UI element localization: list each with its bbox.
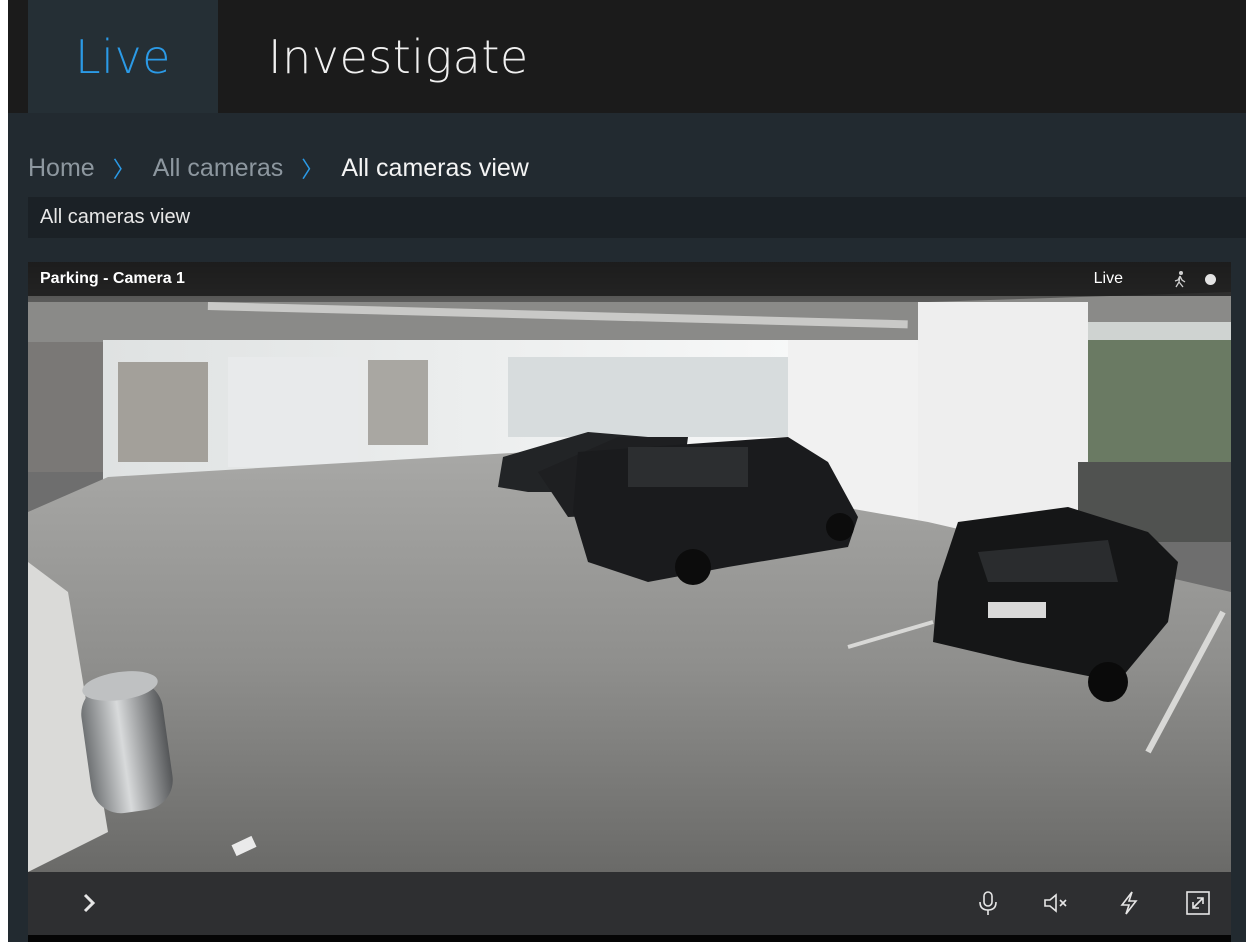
fullscreen-icon[interactable] (1185, 890, 1211, 916)
view-title: All cameras view (40, 206, 191, 228)
camera-header: Parking - Camera 1 Live (28, 262, 1231, 296)
breadcrumb-all-cameras[interactable]: All cameras (153, 154, 284, 183)
breadcrumb-home[interactable]: Home (28, 154, 95, 183)
recording-dot-icon (1205, 274, 1216, 285)
camera-video-feed (28, 262, 1231, 872)
camera-controls (28, 872, 1231, 935)
motion-icon (1174, 271, 1186, 288)
camera-tile[interactable]: Parking - Camera 1 Live (28, 262, 1231, 935)
left-edge (0, 0, 8, 942)
chevron-right-icon: 〉 (112, 157, 135, 182)
tab-investigate[interactable]: Investigate (218, 0, 578, 113)
lightning-icon[interactable] (1116, 890, 1142, 916)
breadcrumb: Home 〉 All cameras 〉 All cameras view (28, 148, 529, 188)
chevron-right-icon: 〉 (301, 157, 324, 182)
camera-name: Parking - Camera 1 (40, 270, 185, 287)
expand-chevron-icon[interactable] (76, 890, 102, 916)
tile-bottom-strip (28, 935, 1231, 942)
microphone-icon[interactable] (975, 890, 1001, 916)
breadcrumb-current: All cameras view (341, 153, 529, 182)
view-title-bar: All cameras view (28, 197, 1246, 238)
tab-live[interactable]: Live (28, 0, 218, 113)
speaker-muted-icon[interactable] (1042, 890, 1068, 916)
camera-live-status: Live (1093, 270, 1123, 287)
top-navigation: Live Investigate (8, 0, 1246, 113)
